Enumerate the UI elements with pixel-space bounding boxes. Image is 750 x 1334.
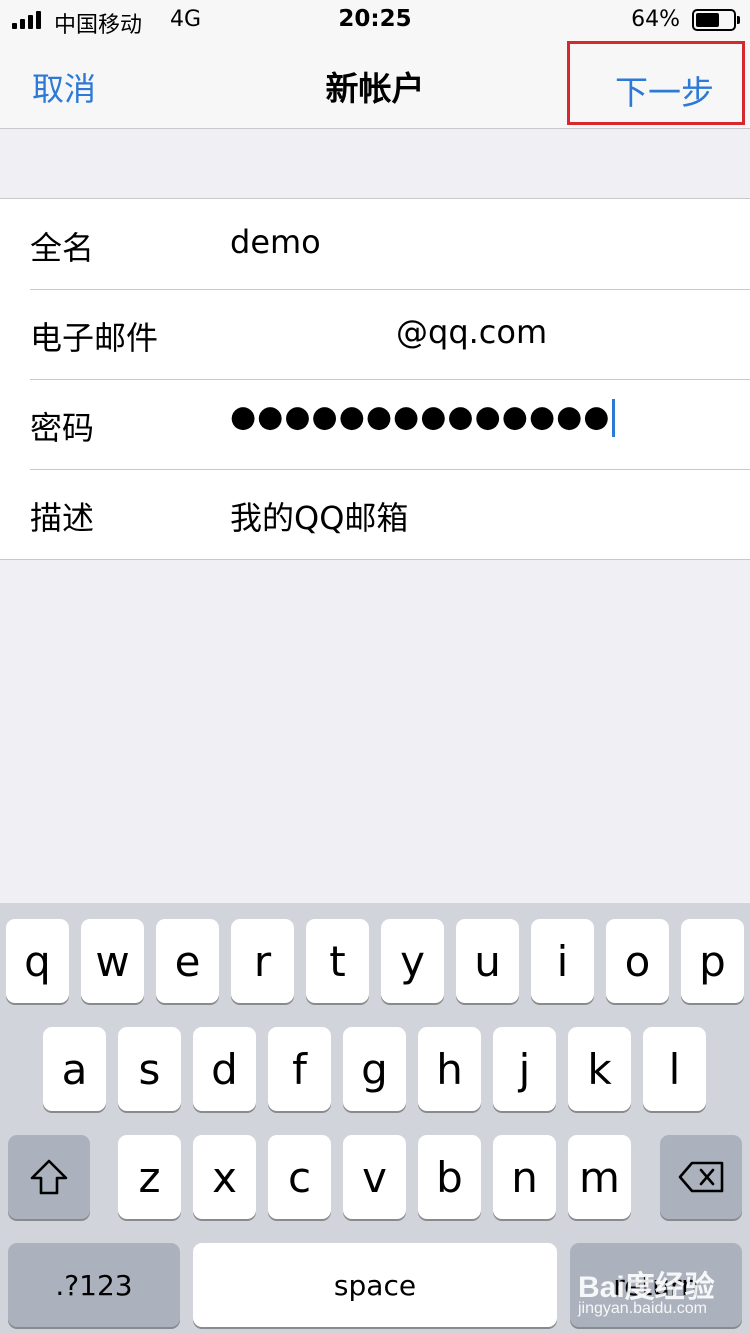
- key-label: m: [579, 1152, 620, 1202]
- key-z[interactable]: z: [118, 1135, 181, 1219]
- key-label: s: [138, 1044, 161, 1094]
- fullname-field[interactable]: demo: [230, 223, 321, 261]
- email-field[interactable]: @qq.com: [396, 313, 547, 351]
- key-label: b: [436, 1152, 463, 1202]
- key-label: w: [95, 936, 130, 986]
- key-label: q: [24, 936, 51, 986]
- key-d[interactable]: d: [193, 1027, 256, 1111]
- key-label: n: [511, 1152, 538, 1202]
- next-button-highlight: 下一步: [567, 41, 745, 125]
- key-q[interactable]: q: [6, 919, 69, 1003]
- next-button[interactable]: 下一步: [615, 66, 714, 114]
- key-label: y: [400, 936, 425, 986]
- key-n[interactable]: n: [493, 1135, 556, 1219]
- key-t[interactable]: t: [306, 919, 369, 1003]
- key-label: z: [138, 1152, 161, 1202]
- shift-arrow-icon: [30, 1159, 68, 1195]
- key-r[interactable]: r: [231, 919, 294, 1003]
- backspace-icon: [678, 1161, 724, 1193]
- numbers-key[interactable]: .?123: [8, 1243, 180, 1327]
- numbers-key-label: .?123: [55, 1268, 133, 1302]
- battery-icon: [692, 9, 740, 31]
- space-key[interactable]: space: [193, 1243, 557, 1327]
- key-label: d: [211, 1044, 238, 1094]
- key-label: x: [212, 1152, 237, 1202]
- description-label: 描述: [30, 499, 95, 537]
- form-row-description[interactable]: 描述 我的QQ邮箱: [0, 469, 750, 559]
- key-label: r: [253, 936, 272, 986]
- key-p[interactable]: p: [681, 919, 744, 1003]
- description-field[interactable]: 我的QQ邮箱: [230, 493, 408, 539]
- delete-key[interactable]: [660, 1135, 742, 1219]
- fullname-label: 全名: [30, 229, 95, 267]
- key-v[interactable]: v: [343, 1135, 406, 1219]
- password-label: 密码: [30, 409, 95, 447]
- key-label: l: [668, 1044, 681, 1094]
- key-i[interactable]: i: [531, 919, 594, 1003]
- key-label: k: [587, 1044, 612, 1094]
- password-dots: ●●●●●●●●●●●●●●: [230, 399, 611, 435]
- key-l[interactable]: l: [643, 1027, 706, 1111]
- space-key-label: space: [333, 1268, 417, 1302]
- navigation-bar: 取消 新帐户 下一步: [0, 40, 750, 129]
- key-j[interactable]: j: [493, 1027, 556, 1111]
- form-row-email[interactable]: 电子邮件 @qq.com: [0, 289, 750, 379]
- key-y[interactable]: y: [381, 919, 444, 1003]
- key-e[interactable]: e: [156, 919, 219, 1003]
- battery-percent: 64%: [631, 7, 680, 32]
- key-m[interactable]: m: [568, 1135, 631, 1219]
- shift-key[interactable]: [8, 1135, 90, 1219]
- key-h[interactable]: h: [418, 1027, 481, 1111]
- form-row-fullname[interactable]: 全名 demo: [0, 199, 750, 289]
- form-row-password[interactable]: 密码 ●●●●●●●●●●●●●●: [0, 379, 750, 469]
- key-f[interactable]: f: [268, 1027, 331, 1111]
- key-label: h: [436, 1044, 463, 1094]
- key-label: a: [61, 1044, 88, 1094]
- password-field[interactable]: ●●●●●●●●●●●●●●: [230, 399, 616, 437]
- key-label: e: [174, 936, 201, 986]
- email-label: 电子邮件: [30, 319, 159, 357]
- key-label: u: [474, 936, 501, 986]
- key-label: o: [624, 936, 651, 986]
- key-a[interactable]: a: [43, 1027, 106, 1111]
- key-s[interactable]: s: [118, 1027, 181, 1111]
- key-label: g: [361, 1044, 388, 1094]
- status-bar: 中国移动 4G 20:25 64%: [0, 0, 750, 40]
- key-label: c: [287, 1152, 312, 1202]
- key-c[interactable]: c: [268, 1135, 331, 1219]
- account-form: 全名 demo 电子邮件 @qq.com 密码 ●●●●●●●●●●●●●● 描…: [0, 198, 750, 560]
- key-label: p: [699, 936, 726, 986]
- battery-fill: [696, 13, 720, 27]
- key-g[interactable]: g: [343, 1027, 406, 1111]
- key-label: t: [329, 936, 346, 986]
- key-o[interactable]: o: [606, 919, 669, 1003]
- key-u[interactable]: u: [456, 919, 519, 1003]
- baidu-watermark: Bai度经验 jingyan.baidu.com: [578, 1262, 738, 1324]
- key-w[interactable]: w: [81, 919, 144, 1003]
- text-cursor: [612, 399, 616, 437]
- key-label: i: [556, 936, 569, 986]
- key-label: j: [518, 1044, 531, 1094]
- key-x[interactable]: x: [193, 1135, 256, 1219]
- watermark-url: jingyan.baidu.com: [578, 1300, 707, 1317]
- key-label: v: [362, 1152, 387, 1202]
- cancel-button[interactable]: 取消: [32, 64, 96, 110]
- key-label: f: [292, 1044, 307, 1094]
- key-k[interactable]: k: [568, 1027, 631, 1111]
- key-b[interactable]: b: [418, 1135, 481, 1219]
